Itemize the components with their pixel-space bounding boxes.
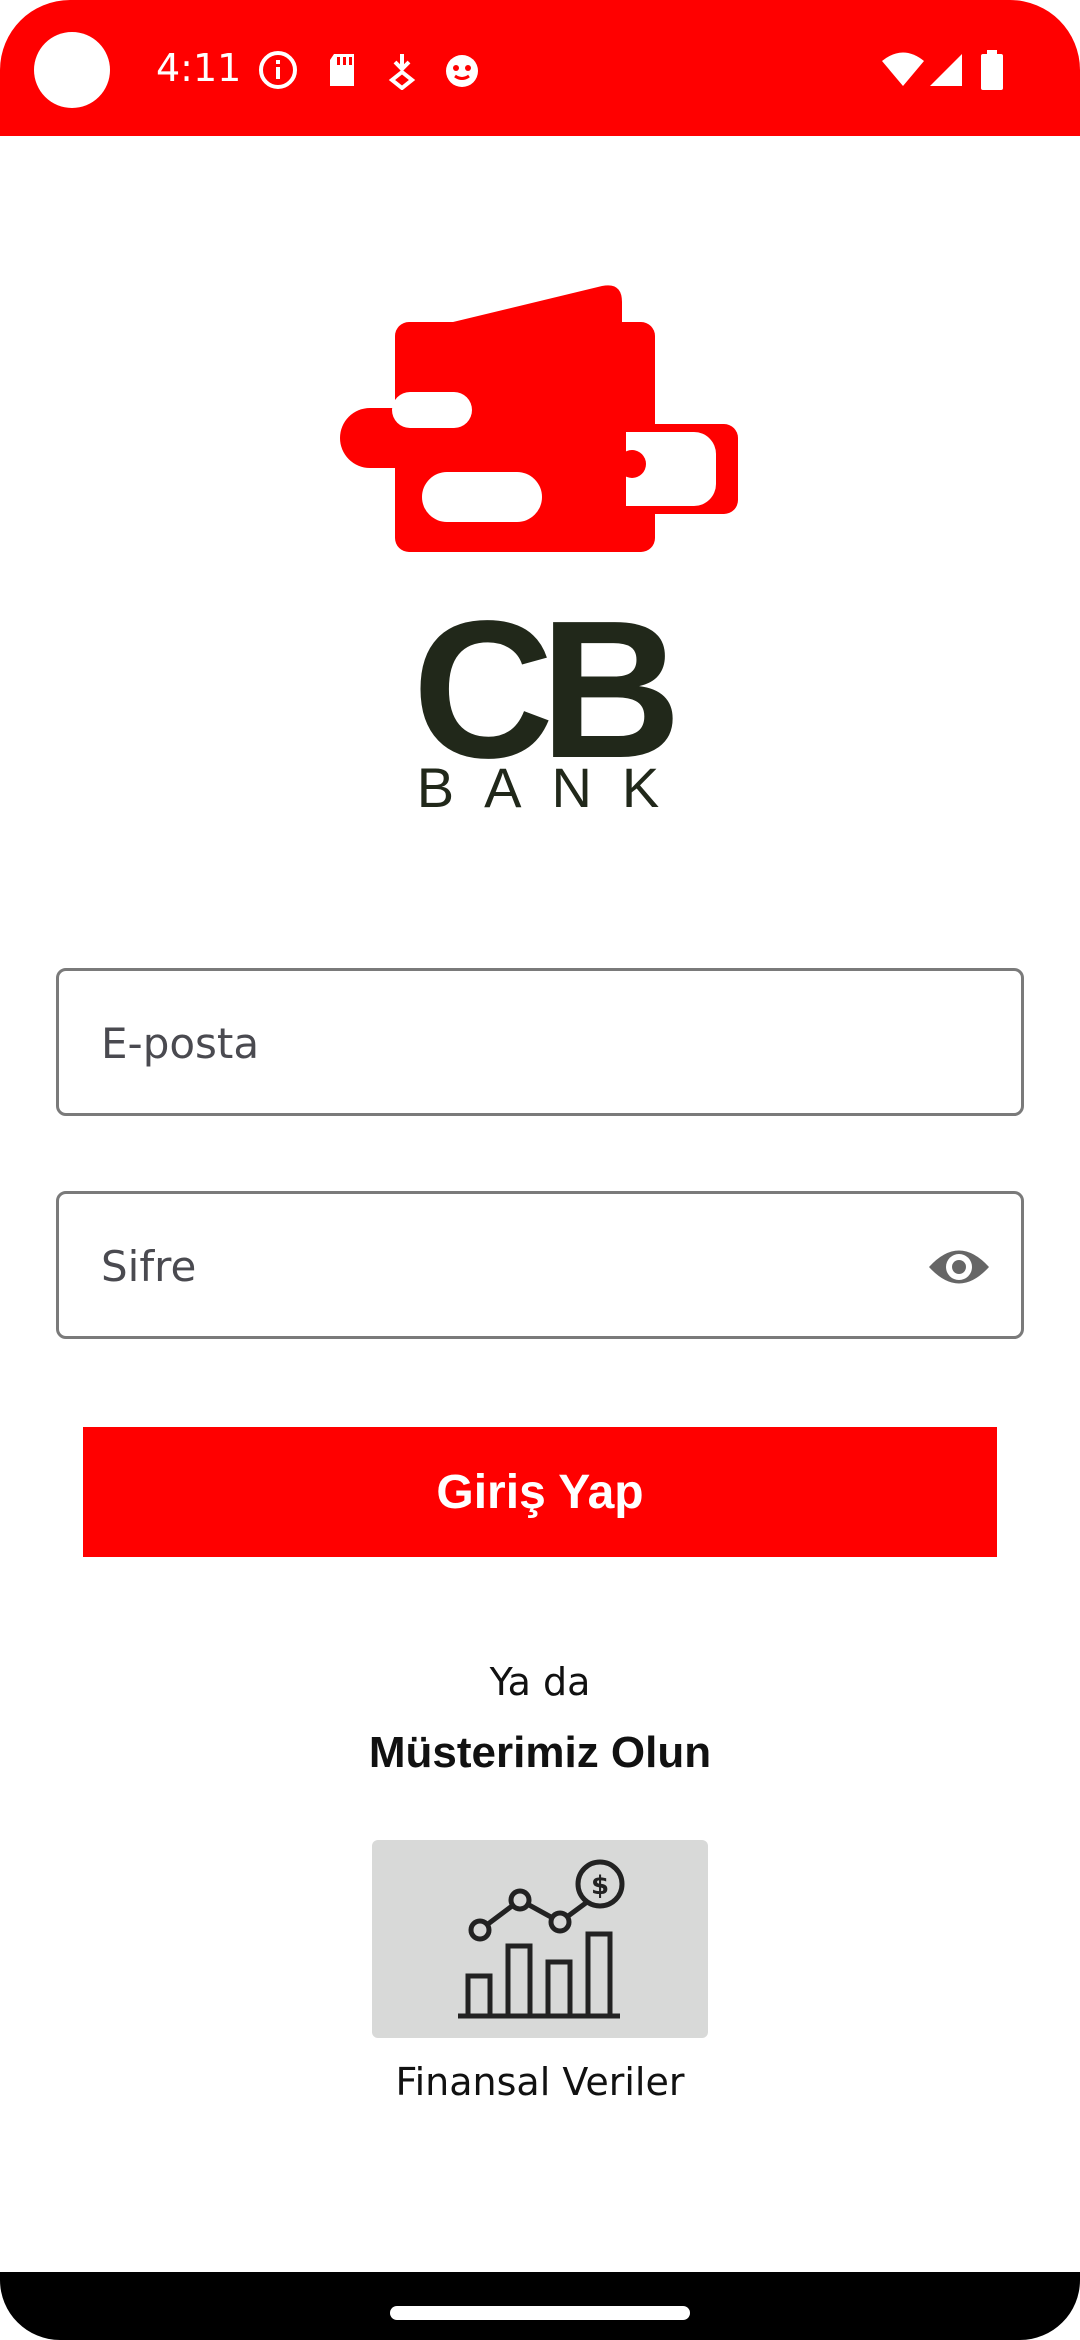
financial-data-label: Finansal Veriler: [395, 2060, 685, 2104]
email-field-container: [56, 968, 1024, 1116]
sd-card-icon: [330, 54, 354, 86]
finance-chart-icon: $: [458, 1859, 625, 2019]
login-button[interactable]: Giriş Yap: [83, 1427, 997, 1557]
eye-icon[interactable]: [927, 1238, 991, 1296]
signal-icon: [930, 54, 962, 86]
brand-subtitle: BANK: [416, 756, 690, 819]
download-icon: [388, 54, 416, 90]
status-time: 4:11: [156, 46, 242, 90]
camera-cutout: [34, 32, 110, 108]
wifi-icon: [882, 52, 924, 86]
status-bar: 4:11: [0, 0, 1080, 136]
financial-data-button[interactable]: $: [372, 1840, 708, 2038]
or-divider-text: Ya da: [489, 1660, 591, 1704]
home-gesture-handle[interactable]: [390, 2306, 690, 2320]
svg-text:$: $: [591, 1871, 609, 1901]
wallet-icon: [340, 285, 738, 552]
notification-icon: [446, 55, 478, 87]
signup-link[interactable]: Müsterimiz Olun: [0, 1728, 1080, 1778]
password-field-container: [56, 1191, 1024, 1339]
password-field[interactable]: [99, 1194, 923, 1338]
email-field[interactable]: [99, 971, 923, 1115]
battery-icon: [981, 50, 1003, 90]
info-icon: [259, 51, 297, 89]
